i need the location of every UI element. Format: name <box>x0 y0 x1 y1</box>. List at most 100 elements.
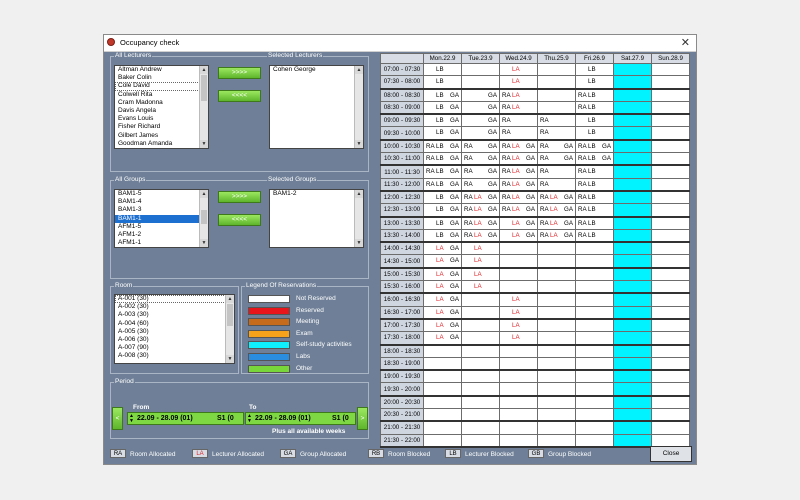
selected-lecturers-scrollbar[interactable]: ▲ ▼ <box>354 66 363 148</box>
lecturer-list-item[interactable]: Cole David <box>115 82 208 91</box>
room-list-item[interactable]: A-003 (30) <box>115 311 234 319</box>
schedule-cell[interactable]: RA LA GA <box>537 228 576 243</box>
schedule-cell[interactable]: RA LA GA <box>499 164 538 179</box>
schedule-cell[interactable] <box>499 420 538 435</box>
schedule-cell[interactable] <box>651 280 690 294</box>
schedule-cell[interactable]: RA LA GA <box>537 190 576 205</box>
selected-groups-list[interactable]: BAM1-2 ▲ ▼ <box>269 189 364 248</box>
selected-groups-scrollbar[interactable]: ▲ ▼ <box>354 190 363 247</box>
schedule-cell[interactable]: RA GA <box>537 152 576 166</box>
schedule-cell[interactable] <box>499 344 538 358</box>
schedule-cell-saturday[interactable] <box>613 203 652 218</box>
schedule-cell[interactable]: LA GA <box>423 280 462 294</box>
schedule-cell[interactable] <box>461 433 500 448</box>
schedule-cell[interactable]: LA <box>499 75 538 90</box>
schedule-cell[interactable] <box>651 344 690 358</box>
scroll-up-icon[interactable]: ▲ <box>355 190 363 198</box>
schedule-cell[interactable]: RA LA <box>499 88 538 102</box>
room-list-item[interactable]: A-006 (30) <box>115 336 234 344</box>
schedule-cell-saturday[interactable] <box>613 331 652 346</box>
schedule-cell[interactable] <box>575 292 614 307</box>
schedule-cell[interactable]: RA LB GA <box>423 164 462 179</box>
schedule-cell-saturday[interactable] <box>613 433 652 448</box>
schedule-cell[interactable]: LA GA <box>499 228 538 243</box>
schedule-cell[interactable]: RA GA <box>461 152 500 166</box>
schedule-cell[interactable] <box>499 369 538 384</box>
schedule-cell[interactable] <box>499 254 538 269</box>
schedule-cell[interactable]: LA GA <box>423 318 462 333</box>
schedule-cell[interactable] <box>575 280 614 294</box>
schedule-cell[interactable] <box>575 254 614 269</box>
schedule-cell[interactable]: LB GA <box>423 190 462 205</box>
schedule-cell-saturday[interactable] <box>613 164 652 179</box>
previous-period-button[interactable]: < <box>112 407 123 430</box>
schedule-cell[interactable]: RA <box>499 126 538 141</box>
scroll-down-icon[interactable]: ▼ <box>355 140 363 148</box>
schedule-cell[interactable]: LA GA <box>423 292 462 307</box>
schedule-cell[interactable]: RA LB <box>575 100 614 115</box>
schedule-cell[interactable] <box>651 331 690 346</box>
lecturer-list-item[interactable]: Evans Louis <box>115 115 208 123</box>
schedule-cell[interactable]: RA LB GA <box>575 152 614 166</box>
schedule-cell-saturday[interactable] <box>613 152 652 166</box>
schedule-cell[interactable]: LA <box>461 267 500 282</box>
all-groups-list[interactable]: BAM1-5 BAM1-4 BAM1-3 BAM1-1 AFM1-5 AFM1-2 AFM1… <box>114 189 209 248</box>
schedule-cell[interactable]: LB <box>423 75 462 90</box>
group-list-item[interactable]: BAM1-5 <box>115 190 208 198</box>
schedule-cell-saturday[interactable] <box>613 139 652 154</box>
schedule-cell[interactable]: RA LA GA <box>499 152 538 166</box>
room-list-item[interactable]: A-008 (30) <box>115 352 234 360</box>
schedule-cell-saturday[interactable] <box>613 408 652 422</box>
schedule-cell[interactable] <box>651 420 690 435</box>
schedule-cell[interactable]: LB GA <box>423 228 462 243</box>
schedule-cell[interactable] <box>423 420 462 435</box>
schedule-cell[interactable] <box>537 318 576 333</box>
schedule-cell[interactable] <box>461 408 500 422</box>
schedule-cell[interactable] <box>537 344 576 358</box>
schedule-cell[interactable]: LB GA <box>423 100 462 115</box>
schedule-cell[interactable] <box>537 382 576 397</box>
schedule-cell[interactable]: LB <box>575 75 614 90</box>
scroll-down-icon[interactable]: ▼ <box>200 140 208 148</box>
schedule-cell-saturday[interactable] <box>613 190 652 205</box>
schedule-cell[interactable]: LB <box>575 62 614 77</box>
schedule-cell[interactable]: LA GA <box>423 305 462 320</box>
schedule-cell[interactable]: LA GA <box>423 254 462 269</box>
schedule-cell[interactable] <box>651 408 690 422</box>
schedule-cell-saturday[interactable] <box>613 344 652 358</box>
schedule-cell[interactable]: LB GA <box>423 216 462 230</box>
schedule-cell[interactable] <box>651 100 690 115</box>
schedule-cell[interactable] <box>651 318 690 333</box>
schedule-cell[interactable]: LB GA <box>423 88 462 102</box>
schedule-cell[interactable] <box>575 267 614 282</box>
schedule-cell[interactable] <box>651 139 690 154</box>
from-period-field[interactable]: ▲ ▼ 22.09 - 28.09 (01) S1 (0 <box>127 412 244 425</box>
schedule-cell[interactable]: LA <box>461 241 500 256</box>
schedule-cell[interactable] <box>499 267 538 282</box>
room-list-item[interactable]: A-007 (90) <box>115 344 234 352</box>
schedule-cell[interactable] <box>651 433 690 448</box>
schedule-cell[interactable]: GA <box>461 126 500 141</box>
schedule-cell[interactable]: RA LA <box>499 100 538 115</box>
schedule-cell[interactable]: RA LB <box>575 216 614 230</box>
schedule-cell[interactable] <box>461 62 500 77</box>
schedule-cell[interactable]: RA <box>537 126 576 141</box>
schedule-cell[interactable] <box>575 382 614 397</box>
scroll-down-icon[interactable]: ▼ <box>226 355 234 363</box>
schedule-cell[interactable] <box>651 164 690 179</box>
schedule-cell[interactable]: RA LA GA <box>537 203 576 218</box>
schedule-cell-saturday[interactable] <box>613 126 652 141</box>
spin-icon[interactable]: ▲ ▼ <box>247 414 252 424</box>
schedule-cell[interactable]: LA GA <box>499 216 538 230</box>
schedule-cell-saturday[interactable] <box>613 280 652 294</box>
schedule-cell[interactable] <box>499 408 538 422</box>
close-button[interactable]: Close <box>650 446 692 462</box>
add-group-button[interactable]: >>>> <box>218 191 261 203</box>
schedule-cell[interactable] <box>651 241 690 256</box>
schedule-cell[interactable] <box>575 420 614 435</box>
scroll-down-icon[interactable]: ▼ <box>200 239 208 247</box>
schedule-cell[interactable] <box>651 177 690 192</box>
room-list-item[interactable]: A-001 (30) <box>115 295 234 304</box>
schedule-cell[interactable] <box>537 254 576 269</box>
schedule-cell[interactable] <box>651 88 690 102</box>
